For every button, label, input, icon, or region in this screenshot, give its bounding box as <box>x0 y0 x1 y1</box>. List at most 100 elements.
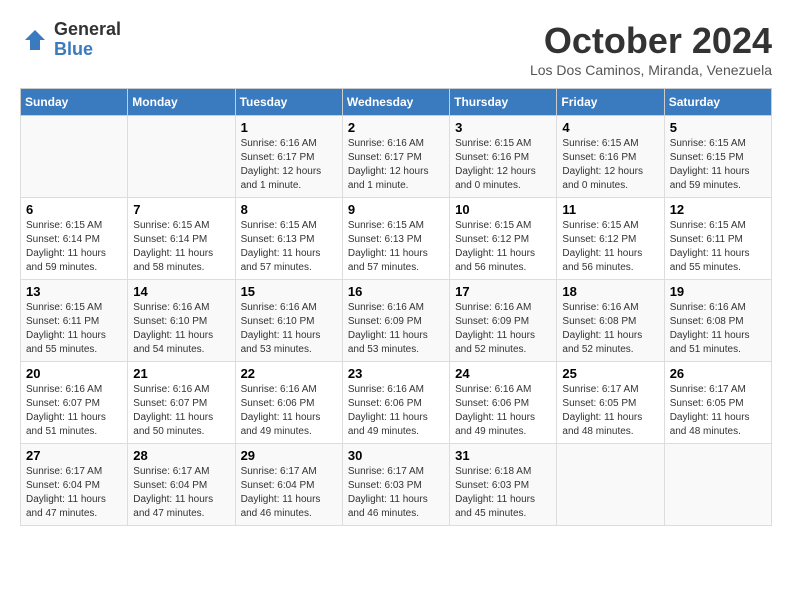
week-row-2: 13 Sunrise: 6:15 AM Sunset: 6:11 PM Dayli… <box>21 280 772 362</box>
day-cell: 16 Sunrise: 6:16 AM Sunset: 6:09 PM Dayli… <box>342 280 449 362</box>
day-info: Sunrise: 6:16 AM Sunset: 6:10 PM Dayligh… <box>133 301 229 357</box>
day-cell: 20Sunrise: 6:16 AM Sunset: 6:07 PM Dayli… <box>21 362 128 444</box>
title-block: October 2024 Los Dos Caminos, Miranda, V… <box>530 20 772 78</box>
day-info: Sunrise: 6:16 AM Sunset: 6:08 PM Dayligh… <box>670 301 766 357</box>
logo: General Blue <box>20 20 121 60</box>
day-number: 3 <box>455 120 551 135</box>
day-number: 6 <box>26 202 122 217</box>
day-info: Sunrise: 6:15 AM Sunset: 6:12 PM Dayligh… <box>562 219 658 275</box>
header-tuesday: Tuesday <box>235 89 342 116</box>
day-info: Sunrise: 6:15 AM Sunset: 6:11 PM Dayligh… <box>26 301 122 357</box>
header-monday: Monday <box>128 89 235 116</box>
day-number: 14 <box>133 284 229 299</box>
day-info: Sunrise: 6:15 AM Sunset: 6:16 PM Dayligh… <box>562 137 658 193</box>
day-info: Sunrise: 6:17 AM Sunset: 6:04 PM Dayligh… <box>26 465 122 521</box>
day-info: Sunrise: 6:16 AM Sunset: 6:07 PM Dayligh… <box>133 383 229 439</box>
day-number: 16 <box>348 284 444 299</box>
location-text: Los Dos Caminos, Miranda, Venezuela <box>530 62 772 78</box>
day-cell: 9Sunrise: 6:15 AM Sunset: 6:13 PM Daylig… <box>342 198 449 280</box>
header-wednesday: Wednesday <box>342 89 449 116</box>
day-number: 25 <box>562 366 658 381</box>
day-number: 8 <box>241 202 337 217</box>
day-cell: 17Sunrise: 6:16 AM Sunset: 6:09 PM Dayli… <box>450 280 557 362</box>
day-number: 22 <box>241 366 337 381</box>
day-number: 30 <box>348 448 444 463</box>
header-thursday: Thursday <box>450 89 557 116</box>
day-cell <box>128 116 235 198</box>
day-number: 5 <box>670 120 766 135</box>
day-cell: 14 Sunrise: 6:16 AM Sunset: 6:10 PM Dayli… <box>128 280 235 362</box>
day-cell: 2 Sunrise: 6:16 AM Sunset: 6:17 PM Daylig… <box>342 116 449 198</box>
day-info: Sunrise: 6:17 AM Sunset: 6:05 PM Dayligh… <box>562 383 658 439</box>
day-number: 15 <box>241 284 337 299</box>
day-number: 28 <box>133 448 229 463</box>
day-info: Sunrise: 6:17 AM Sunset: 6:04 PM Dayligh… <box>241 465 337 521</box>
day-cell: 23 Sunrise: 6:16 AM Sunset: 6:06 PM Dayli… <box>342 362 449 444</box>
header-row: SundayMondayTuesdayWednesdayThursdayFrid… <box>21 89 772 116</box>
day-cell: 26 Sunrise: 6:17 AM Sunset: 6:05 PM Dayli… <box>664 362 771 444</box>
day-number: 17 <box>455 284 551 299</box>
calendar-table: SundayMondayTuesdayWednesdayThursdayFrid… <box>20 88 772 526</box>
day-info: Sunrise: 6:17 AM Sunset: 6:05 PM Dayligh… <box>670 383 766 439</box>
day-cell: 30 Sunrise: 6:17 AM Sunset: 6:03 PM Dayli… <box>342 444 449 526</box>
day-cell: 21 Sunrise: 6:16 AM Sunset: 6:07 PM Dayli… <box>128 362 235 444</box>
header-sunday: Sunday <box>21 89 128 116</box>
day-info: Sunrise: 6:15 AM Sunset: 6:12 PM Dayligh… <box>455 219 551 275</box>
calendar-header: SundayMondayTuesdayWednesdayThursdayFrid… <box>21 89 772 116</box>
day-info: Sunrise: 6:16 AM Sunset: 6:17 PM Dayligh… <box>348 137 444 193</box>
header-friday: Friday <box>557 89 664 116</box>
day-number: 19 <box>670 284 766 299</box>
day-cell: 13 Sunrise: 6:15 AM Sunset: 6:11 PM Dayli… <box>21 280 128 362</box>
day-number: 21 <box>133 366 229 381</box>
day-number: 24 <box>455 366 551 381</box>
day-number: 23 <box>348 366 444 381</box>
day-cell: 6 Sunrise: 6:15 AM Sunset: 6:14 PM Daylig… <box>21 198 128 280</box>
day-cell: 11Sunrise: 6:15 AM Sunset: 6:12 PM Dayli… <box>557 198 664 280</box>
month-title: October 2024 <box>530 20 772 62</box>
day-number: 26 <box>670 366 766 381</box>
day-cell: 1 Sunrise: 6:16 AM Sunset: 6:17 PM Daylig… <box>235 116 342 198</box>
day-number: 20 <box>26 366 122 381</box>
day-cell: 7 Sunrise: 6:15 AM Sunset: 6:14 PM Daylig… <box>128 198 235 280</box>
day-cell: 4Sunrise: 6:15 AM Sunset: 6:16 PM Daylig… <box>557 116 664 198</box>
day-info: Sunrise: 6:16 AM Sunset: 6:17 PM Dayligh… <box>241 137 337 193</box>
day-info: Sunrise: 6:15 AM Sunset: 6:13 PM Dayligh… <box>348 219 444 275</box>
day-cell: 10 Sunrise: 6:15 AM Sunset: 6:12 PM Dayli… <box>450 198 557 280</box>
day-info: Sunrise: 6:15 AM Sunset: 6:14 PM Dayligh… <box>26 219 122 275</box>
day-info: Sunrise: 6:16 AM Sunset: 6:08 PM Dayligh… <box>562 301 658 357</box>
day-number: 31 <box>455 448 551 463</box>
header-saturday: Saturday <box>664 89 771 116</box>
week-row-3: 20 Sunrise: 6:16 AM Sunset: 6:07 PM Dayli… <box>21 362 772 444</box>
day-info: Sunrise: 6:16 AM Sunset: 6:06 PM Dayligh… <box>348 383 444 439</box>
day-number: 10 <box>455 202 551 217</box>
logo-text: General Blue <box>54 20 121 60</box>
day-info: Sunrise: 6:16 AM Sunset: 6:09 PM Dayligh… <box>348 301 444 357</box>
day-info: Sunrise: 6:15 AM Sunset: 6:15 PM Dayligh… <box>670 137 766 193</box>
day-number: 13 <box>26 284 122 299</box>
day-info: Sunrise: 6:17 AM Sunset: 6:03 PM Dayligh… <box>348 465 444 521</box>
day-number: 7 <box>133 202 229 217</box>
day-cell: 22 Sunrise: 6:16 AM Sunset: 6:06 PM Dayli… <box>235 362 342 444</box>
day-cell: 25 Sunrise: 6:17 AM Sunset: 6:05 PM Dayli… <box>557 362 664 444</box>
day-cell <box>21 116 128 198</box>
week-row-1: 6 Sunrise: 6:15 AM Sunset: 6:14 PM Daylig… <box>21 198 772 280</box>
day-cell: 27 Sunrise: 6:17 AM Sunset: 6:04 PM Dayli… <box>21 444 128 526</box>
day-number: 27 <box>26 448 122 463</box>
day-cell: 12Sunrise: 6:15 AM Sunset: 6:11 PM Dayli… <box>664 198 771 280</box>
day-info: Sunrise: 6:16 AM Sunset: 6:10 PM Dayligh… <box>241 301 337 357</box>
calendar-body: 1 Sunrise: 6:16 AM Sunset: 6:17 PM Daylig… <box>21 116 772 526</box>
day-cell: 15 Sunrise: 6:16 AM Sunset: 6:10 PM Dayli… <box>235 280 342 362</box>
day-cell: 28Sunrise: 6:17 AM Sunset: 6:04 PM Dayli… <box>128 444 235 526</box>
day-cell: 19 Sunrise: 6:16 AM Sunset: 6:08 PM Dayli… <box>664 280 771 362</box>
day-cell: 8Sunrise: 6:15 AM Sunset: 6:13 PM Daylig… <box>235 198 342 280</box>
day-cell: 29Sunrise: 6:17 AM Sunset: 6:04 PM Dayli… <box>235 444 342 526</box>
day-number: 1 <box>241 120 337 135</box>
day-info: Sunrise: 6:15 AM Sunset: 6:14 PM Dayligh… <box>133 219 229 275</box>
week-row-0: 1 Sunrise: 6:16 AM Sunset: 6:17 PM Daylig… <box>21 116 772 198</box>
day-number: 2 <box>348 120 444 135</box>
day-info: Sunrise: 6:16 AM Sunset: 6:06 PM Dayligh… <box>241 383 337 439</box>
day-cell: 24 Sunrise: 6:16 AM Sunset: 6:06 PM Dayli… <box>450 362 557 444</box>
day-info: Sunrise: 6:16 AM Sunset: 6:06 PM Dayligh… <box>455 383 551 439</box>
day-cell: 31Sunrise: 6:18 AM Sunset: 6:03 PM Dayli… <box>450 444 557 526</box>
day-cell: 3Sunrise: 6:15 AM Sunset: 6:16 PM Daylig… <box>450 116 557 198</box>
